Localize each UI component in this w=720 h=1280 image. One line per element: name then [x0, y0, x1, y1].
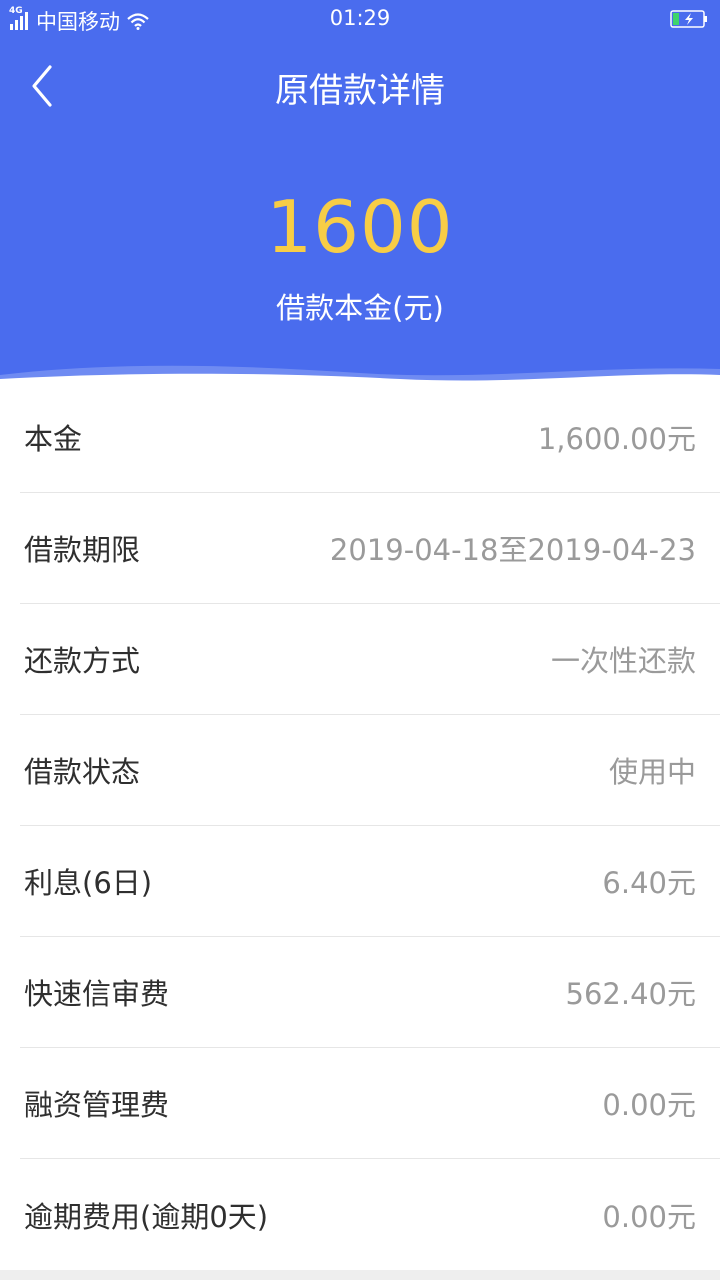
loan-detail-list: 本金 1,600.00元 借款期限 2019-04-18至2019-04-23 …	[0, 382, 720, 1270]
detail-value: 1,600.00元	[537, 422, 696, 456]
detail-value: 0.00元	[602, 1199, 696, 1234]
detail-row-repayment-method: 还款方式 一次性还款	[20, 604, 720, 715]
detail-label: 逾期费用(逾期0天)	[24, 1199, 269, 1234]
detail-value: 使用中	[608, 755, 696, 789]
loan-amount: 1600	[266, 185, 454, 269]
detail-value: 2019-04-18至2019-04-23	[329, 533, 696, 567]
detail-label: 借款状态	[24, 755, 141, 789]
detail-row-overdue-fee: 逾期费用(逾期0天) 0.00元	[20, 1159, 720, 1270]
detail-value: 0.00元	[602, 1088, 696, 1122]
detail-label: 快速信审费	[24, 977, 170, 1011]
battery-charging-icon	[670, 10, 707, 28]
detail-row-principal: 本金 1,600.00元	[20, 382, 720, 493]
detail-row-interest: 利息(6日) 6.40元	[20, 826, 720, 937]
detail-row-status: 借款状态 使用中	[20, 715, 720, 826]
detail-row-management-fee: 融资管理费 0.00元	[20, 1048, 720, 1159]
detail-row-review-fee: 快速信审费 562.40元	[20, 937, 720, 1048]
header: 4G 中国移动 01:29 原借款详情 1600 借款本金(元)	[0, 0, 720, 385]
loan-amount-label: 借款本金(元)	[276, 291, 444, 325]
detail-row-term: 借款期限 2019-04-18至2019-04-23	[20, 493, 720, 604]
bottom-divider	[0, 1270, 720, 1280]
detail-value: 562.40元	[565, 977, 696, 1011]
status-time: 01:29	[329, 6, 391, 30]
detail-label: 利息(6日)	[24, 866, 153, 900]
status-bar: 4G 中国移动 01:29	[0, 0, 720, 40]
detail-value: 6.40元	[602, 866, 696, 900]
detail-label: 本金	[24, 422, 83, 456]
detail-label: 融资管理费	[24, 1088, 170, 1122]
detail-label: 还款方式	[24, 644, 141, 678]
page-title: 原借款详情	[275, 71, 445, 111]
detail-label: 借款期限	[24, 533, 141, 567]
detail-value: 一次性还款	[550, 644, 696, 678]
